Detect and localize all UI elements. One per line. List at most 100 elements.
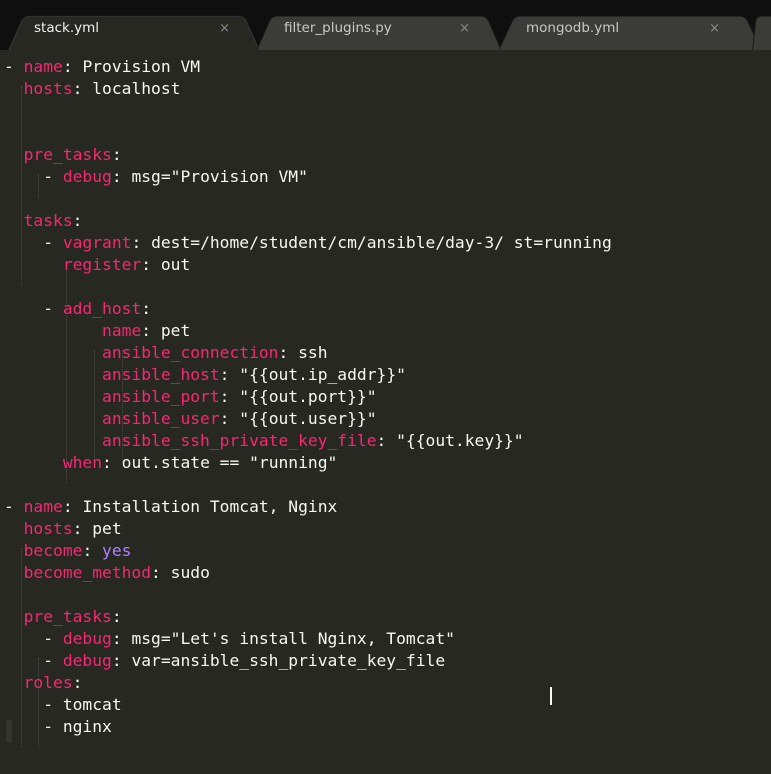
yaml-key: name [23,57,63,76]
yaml-value: pet [92,519,122,538]
list-dash: - [43,299,63,318]
yaml-value: "{{out.user}}" [239,409,377,428]
yaml-key: become [23,541,83,560]
key-separator: : [72,673,83,692]
yaml-key: debug [62,651,112,670]
code-line[interactable]: register: out [4,254,190,276]
yaml-value: msg="Provision VM" [131,167,308,186]
list-dash: - [4,497,24,516]
code-line[interactable]: name: pet [4,320,190,342]
yaml-value: ssh [298,343,328,362]
close-icon[interactable]: × [709,21,720,36]
yaml-key: name [23,497,63,516]
code-line[interactable]: become: yes [4,540,132,562]
yaml-key: become_method [23,563,152,582]
list-dash: - [43,167,63,186]
yaml-value: "{{out.port}}" [239,387,377,406]
key-separator: : [72,79,93,98]
code-line[interactable]: - tomcat [4,694,122,716]
code-line[interactable]: when: out.state == "running" [4,452,337,474]
yaml-key: ansible_port [102,387,220,406]
key-separator: : [111,145,122,164]
yaml-key: pre_tasks [23,145,112,164]
tab-mongodb-yml[interactable]: mongodb.yml × [498,10,762,51]
key-separator: : [278,343,299,362]
code-line[interactable]: ansible_connection: ssh [4,342,328,364]
yaml-key: pre_tasks [23,607,112,626]
yaml-key: hosts [23,519,73,538]
tab-stack-yml[interactable]: stack.yml × [8,10,260,51]
code-line[interactable]: ansible_port: "{{out.port}}" [4,386,377,408]
code-line[interactable]: hosts: localhost [4,78,181,100]
yaml-key: add_host [62,299,142,318]
yaml-key: name [102,321,142,340]
close-icon[interactable]: × [219,21,230,36]
key-separator: : [72,211,83,230]
tab-label: mongodb.yml [526,20,620,36]
code-line[interactable]: hosts: pet [4,518,122,540]
yaml-value: out [160,255,191,274]
code-line[interactable]: pre_tasks: [4,606,122,628]
tab-overflow[interactable] [752,10,771,51]
key-separator: : [141,255,161,274]
code-editor[interactable]: - name: Provision VM hosts: localhost pr… [0,50,771,774]
yaml-value: tomcat [62,695,122,714]
code-line[interactable]: - name: Provision VM [4,56,200,78]
yaml-key: register [62,255,142,274]
code-line[interactable]: - add_host: [4,298,151,320]
list-dash: - [43,629,63,648]
key-separator: : [111,629,132,648]
yaml-value: Provision VM [82,57,201,76]
key-separator: : [219,387,240,406]
code-line[interactable]: become_method: sudo [4,562,210,584]
code-line[interactable]: - debug: msg="Provision VM" [4,166,308,188]
yaml-key: roles [23,673,73,692]
tab-filter-plugins-py[interactable]: filter_plugins.py × [256,10,502,51]
code-line[interactable]: - nginx [4,716,112,738]
code-line[interactable]: - vagrant: dest=/home/student/cm/ansible… [4,232,612,254]
yaml-value: localhost [92,79,181,98]
code-line[interactable]: ansible_user: "{{out.user}}" [4,408,377,430]
code-line[interactable]: pre_tasks: [4,144,122,166]
yaml-key: vagrant [62,233,132,252]
key-separator: : [141,321,161,340]
key-separator: : [111,607,122,626]
yaml-key: ansible_ssh_private_key_file [102,431,377,450]
key-separator: : [111,167,132,186]
key-separator: : [82,541,103,560]
code-line[interactable]: roles: [4,672,83,694]
close-icon[interactable]: × [459,21,470,36]
key-separator: : [72,519,93,538]
tab-label: filter_plugins.py [284,20,392,36]
yaml-key: hosts [23,79,73,98]
code-line[interactable]: ansible_ssh_private_key_file: "{{out.key… [4,430,524,452]
key-separator: : [376,431,397,450]
code-line[interactable]: - name: Installation Tomcat, Nginx [4,496,337,518]
code-line[interactable]: ansible_host: "{{out.ip_addr}}" [4,364,406,386]
code-line[interactable]: tasks: [4,210,83,232]
code-line[interactable]: - debug: msg="Let's install Nginx, Tomca… [4,628,455,650]
key-separator: : [62,57,83,76]
yaml-key: debug [62,629,112,648]
tab-bar: stack.yml × filter_plugins.py × mongodb.… [0,0,771,51]
yaml-key: tasks [23,211,73,230]
yaml-key: ansible_host [102,365,220,384]
yaml-value: "{{out.key}}" [396,431,524,450]
code-line[interactable]: - debug: var=ansible_ssh_private_key_fil… [4,650,445,672]
yaml-key: ansible_user [102,409,220,428]
